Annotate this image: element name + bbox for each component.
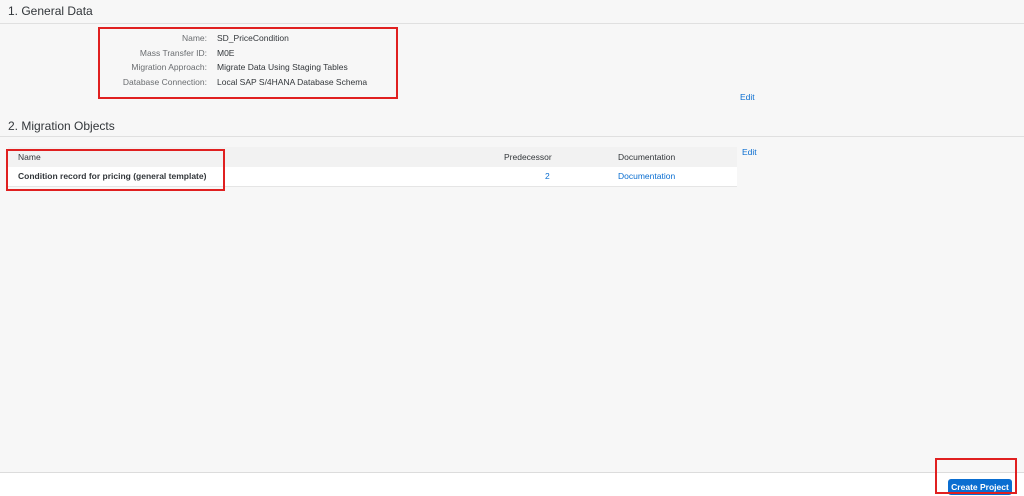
mass-transfer-id-value: M0E [217, 48, 235, 58]
table-row[interactable]: Condition record for pricing (general te… [8, 167, 737, 187]
database-connection-value: Local SAP S/4HANA Database Schema [217, 77, 368, 87]
mass-transfer-id-label: Mass Transfer ID: [139, 48, 207, 58]
name-value: SD_PriceCondition [217, 33, 289, 43]
table-header: Name Predecessor Documentation [8, 147, 737, 168]
row-predecessor-link[interactable]: 2 [545, 167, 550, 186]
general-data-divider [0, 23, 1024, 24]
column-header-name[interactable]: Name [18, 147, 41, 167]
migration-approach-value: Migrate Data Using Staging Tables [217, 62, 348, 72]
column-header-predecessor[interactable]: Predecessor [504, 147, 552, 167]
name-label: Name: [181, 33, 207, 43]
migration-objects-edit-link[interactable]: Edit [742, 147, 757, 157]
footer-toolbar: Create Project [0, 472, 1024, 496]
migration-objects-title: 2. Migration Objects [8, 119, 115, 133]
general-data-title: 1. General Data [8, 4, 93, 18]
general-data-edit-link[interactable]: Edit [740, 92, 755, 102]
row-documentation-link[interactable]: Documentation [618, 167, 675, 186]
migration-objects-divider [0, 136, 1024, 137]
migration-approach-label: Migration Approach: [131, 62, 207, 72]
column-header-documentation[interactable]: Documentation [618, 147, 675, 167]
database-connection-label: Database Connection: [122, 77, 207, 87]
create-project-button[interactable]: Create Project [948, 479, 1012, 495]
row-name: Condition record for pricing (general te… [18, 171, 207, 181]
